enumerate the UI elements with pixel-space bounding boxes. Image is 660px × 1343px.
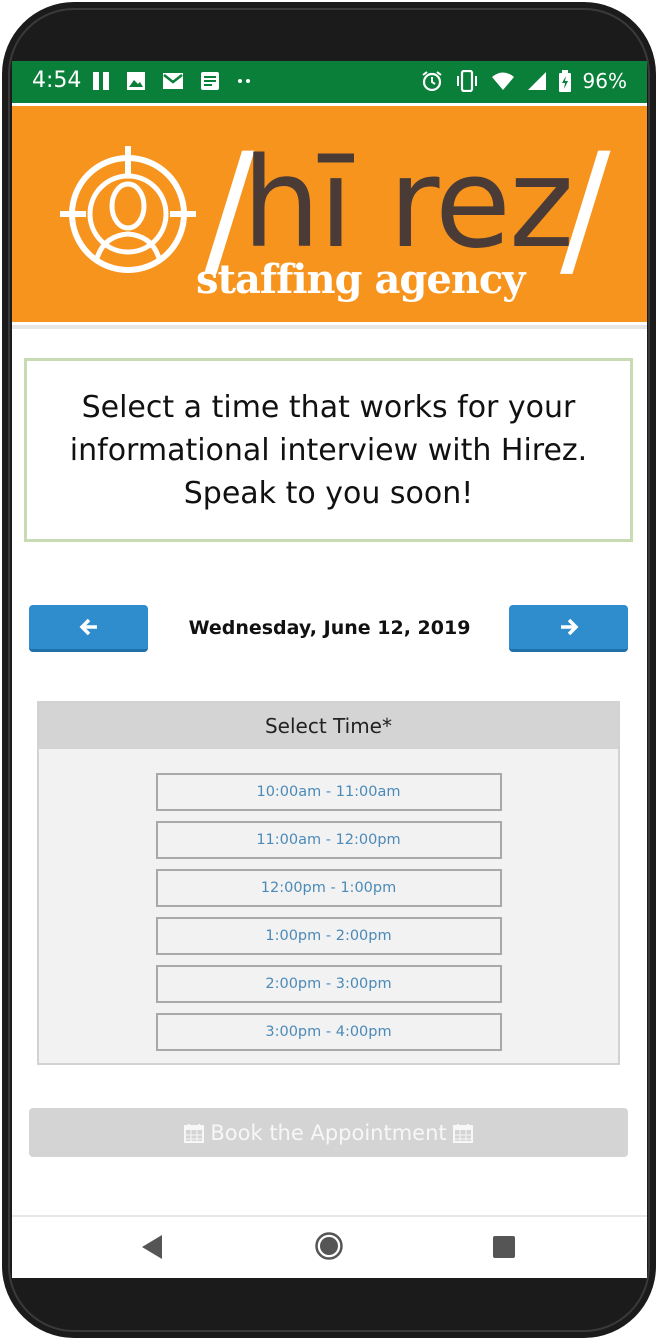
pause-icon	[93, 72, 109, 90]
intro-message-line: Select a time that works for your	[81, 389, 576, 425]
signal-icon	[527, 72, 546, 90]
header-divider	[12, 325, 647, 329]
book-appointment-button[interactable]: Book the Appointment	[29, 1108, 628, 1157]
target-person-icon	[60, 146, 196, 273]
time-slot-list: 10:00am - 11:00am 11:00am - 12:00pm 12:0…	[39, 749, 618, 1051]
intro-message-box: Select a time that works for your inform…	[24, 358, 633, 542]
calendar-icon	[184, 1123, 205, 1143]
gmail-icon	[163, 73, 183, 89]
screen: 4:54 96% / hī rez / staffing agency Sele…	[12, 61, 647, 1278]
selected-date: Wednesday, June 12, 2019	[188, 617, 471, 639]
logo-wordmark: hī rez	[242, 132, 574, 276]
time-slot-button[interactable]: 11:00am - 12:00pm	[155, 821, 502, 859]
time-slot-button[interactable]: 12:00pm - 1:00pm	[155, 869, 502, 907]
logo-slash-right: /	[560, 122, 611, 296]
intro-message: Select a time that works for your inform…	[39, 386, 619, 515]
back-icon[interactable]	[140, 1233, 164, 1261]
status-bar: 4:54 96%	[12, 61, 647, 103]
time-select-panel: Select Time* 10:00am - 11:00am 11:00am -…	[37, 701, 620, 1065]
next-day-button[interactable]	[509, 605, 628, 652]
intro-message-line: Speak to you soon!	[183, 475, 474, 511]
home-icon[interactable]	[314, 1231, 344, 1261]
status-time: 4:54	[32, 68, 82, 93]
time-select-heading: Select Time*	[39, 703, 618, 749]
header-banner: / hī rez / staffing agency	[12, 106, 647, 322]
image-icon	[127, 72, 145, 90]
status-icons-left	[92, 71, 252, 91]
logo-tagline: staffing agency	[196, 256, 526, 303]
alarm-icon	[421, 71, 442, 92]
more-dots-icon	[238, 79, 250, 83]
time-slot-button[interactable]: 1:00pm - 2:00pm	[155, 917, 502, 955]
document-icon	[201, 72, 219, 90]
wifi-icon	[491, 72, 514, 90]
arrow-right-icon	[560, 618, 578, 636]
arrow-left-icon	[79, 618, 97, 636]
time-slot-button[interactable]: 2:00pm - 3:00pm	[155, 965, 502, 1003]
book-appointment-label: Book the Appointment	[210, 1120, 447, 1145]
vibrate-icon	[456, 70, 477, 92]
calendar-icon	[452, 1123, 473, 1143]
battery-percent: 96%	[582, 69, 627, 93]
status-icons-right: 96%	[421, 69, 627, 93]
time-slot-button[interactable]: 10:00am - 11:00am	[155, 773, 502, 811]
recents-icon[interactable]	[492, 1235, 516, 1259]
android-nav-bar	[12, 1217, 647, 1278]
intro-message-line: informational interview with Hirez.	[69, 432, 588, 468]
battery-charging-icon	[558, 70, 571, 92]
time-slot-button[interactable]: 3:00pm - 4:00pm	[155, 1013, 502, 1051]
prev-day-button[interactable]	[29, 605, 148, 652]
